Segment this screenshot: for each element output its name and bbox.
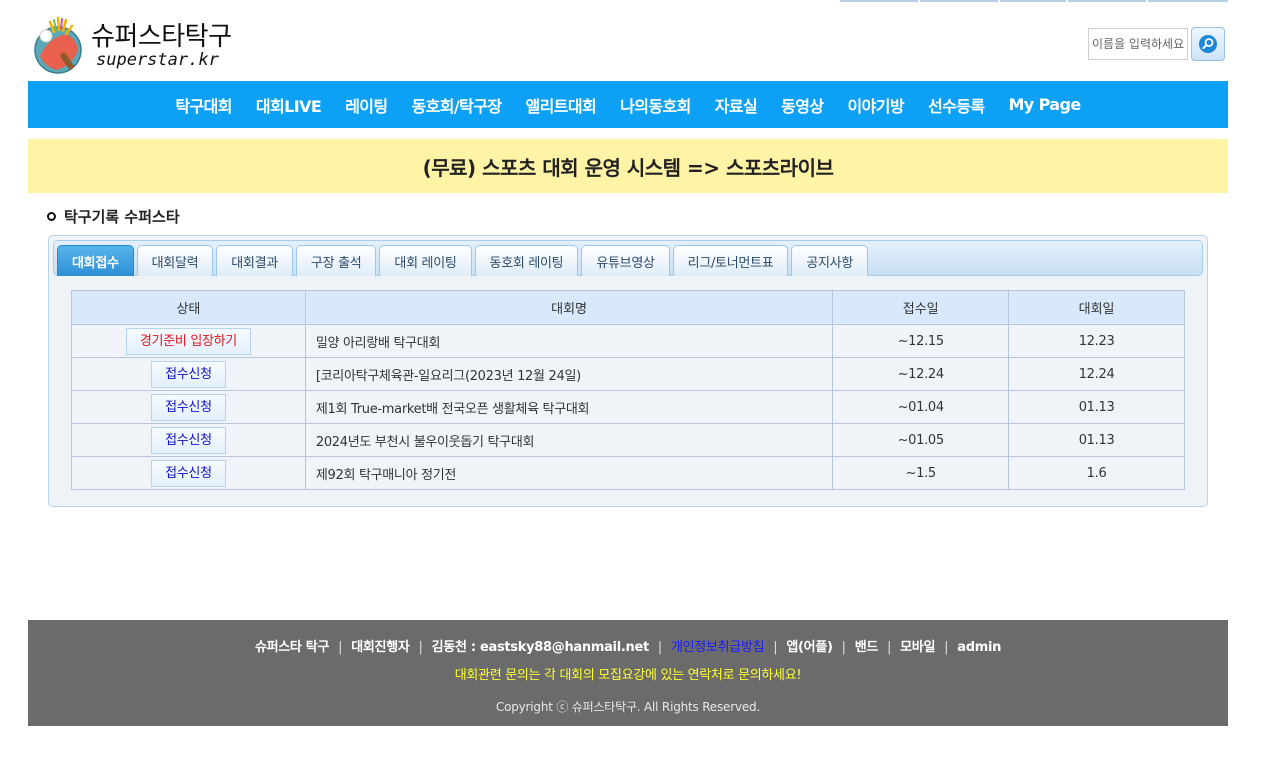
footer-separator: | <box>338 640 343 655</box>
site-header: 슈퍼스타탁구 superstar.kr <box>28 8 1228 78</box>
footer-separator: | <box>944 640 949 655</box>
tournament-date-cell: 12.24 <box>1008 357 1185 391</box>
nav-item-elite[interactable]: 앨리트대회 <box>514 93 609 117</box>
status-cell: 경기준비 입장하기 <box>71 324 306 358</box>
tournament-date-cell: 1.6 <box>1008 456 1185 490</box>
column-header-name: 대회명 <box>304 290 834 325</box>
site-logo[interactable]: 슈퍼스타탁구 superstar.kr <box>32 12 292 74</box>
table-header-row: 상태 대회명 접수일 대회일 <box>71 290 1185 325</box>
enter-match-button[interactable]: 경기준비 입장하기 <box>125 327 251 355</box>
tab-league-bracket[interactable]: 리그/토너먼트표 <box>672 245 789 276</box>
footer-link-mobile[interactable]: 모바일 <box>900 640 935 655</box>
search-box <box>1088 27 1228 61</box>
column-header-status: 상태 <box>71 290 306 325</box>
logo-title: 슈퍼스타탁구 <box>91 22 232 52</box>
site-footer: 슈퍼스타 탁구 | 대회진행자 | 김동천 : eastsky88@hanmail.ne… <box>28 620 1228 726</box>
tournament-date-cell: 12.23 <box>1008 324 1185 358</box>
tournament-name-cell[interactable]: 2024년도 부천시 불우이웃돕기 탁구대회 <box>304 423 834 457</box>
status-cell: 접수신청 <box>71 423 306 457</box>
receipt-date-cell: ~1.5 <box>832 456 1010 490</box>
footer-link-app[interactable]: 앱(어플) <box>786 640 833 655</box>
receipt-date-cell: ~12.15 <box>832 324 1010 358</box>
search-input[interactable] <box>1088 28 1188 60</box>
search-button[interactable] <box>1191 27 1225 61</box>
footer-link-admin[interactable]: admin <box>957 640 1001 655</box>
footer-link-band[interactable]: 밴드 <box>855 640 879 655</box>
banner-text: (무료) 스포츠 대회 운영 시스템 => 스포츠라이브 <box>422 155 834 180</box>
nav-item-rating[interactable]: 레이팅 <box>333 93 399 117</box>
tab-attendance[interactable]: 구장 출석 <box>295 245 377 276</box>
tournament-name-cell[interactable]: [코리아탁구체육관-일요리그(2023년 12월 24일) <box>304 357 834 391</box>
status-cell: 접수신청 <box>71 357 306 391</box>
top-utility-bar-segment <box>1068 0 1146 2</box>
receipt-date-cell: ~01.04 <box>832 390 1010 424</box>
status-cell: 접수신청 <box>71 456 306 490</box>
nav-item-my-club[interactable]: 나의동호회 <box>608 93 703 117</box>
column-header-receipt: 접수일 <box>832 290 1010 325</box>
top-utility-bar-segment <box>1148 0 1228 2</box>
footer-link-organizer[interactable]: 대회진행자 <box>351 640 410 655</box>
tournament-panel: 대회접수 대회달력 대회결과 구장 출석 대회 레이팅 동호회 레이팅 유튜브영… <box>48 235 1208 507</box>
footer-separator: | <box>887 640 892 655</box>
nav-item-player-register[interactable]: 선수등록 <box>916 93 996 117</box>
status-cell: 접수신청 <box>71 390 306 424</box>
circle-bullet-icon <box>47 211 56 221</box>
tab-bar: 대회접수 대회달력 대회결과 구장 출석 대회 레이팅 동호회 레이팅 유튜브영… <box>53 240 1203 276</box>
tab-club-rating[interactable]: 동호회 레이팅 <box>474 245 579 276</box>
tournament-date-cell: 01.13 <box>1008 390 1185 424</box>
tournament-name-cell[interactable]: 제1회 True-market배 전국오픈 생활체육 탁구대회 <box>304 390 834 424</box>
nav-item-tournaments[interactable]: 탁구대회 <box>163 93 243 117</box>
tournament-date-cell: 01.13 <box>1008 423 1185 457</box>
table-row: 접수신청 제92회 탁구매니아 정기전 ~1.5 1.6 <box>71 456 1185 490</box>
footer-links: 슈퍼스타 탁구 | 대회진행자 | 김동천 : eastsky88@hanmail.ne… <box>28 636 1228 655</box>
footer-link-home[interactable]: 슈퍼스타 탁구 <box>255 640 329 655</box>
tab-results[interactable]: 대회결과 <box>216 245 293 276</box>
nav-item-videos[interactable]: 동영상 <box>769 93 835 117</box>
main-nav: 탁구대회 대회LIVE 레이팅 동호회/탁구장 앨리트대회 나의동호회 자료실 … <box>28 81 1228 128</box>
tournament-name-cell[interactable]: 제92회 탁구매니아 정기전 <box>304 456 834 490</box>
table-row: 접수신청 2024년도 부천시 불우이웃돕기 탁구대회 ~01.05 01.13 <box>71 423 1185 457</box>
footer-separator: | <box>773 640 778 655</box>
footer-separator: | <box>841 640 846 655</box>
footer-separator: | <box>657 640 662 655</box>
nav-item-my-page[interactable]: My Page <box>996 95 1092 114</box>
apply-button[interactable]: 접수신청 <box>151 426 226 454</box>
receipt-date-cell: ~01.05 <box>832 423 1010 457</box>
search-icon <box>1199 35 1217 53</box>
tab-youtube[interactable]: 유튜브영상 <box>581 245 670 276</box>
section-heading: 탁구기록 수퍼스타 <box>47 206 180 226</box>
footer-separator: | <box>418 640 423 655</box>
ping-pong-logo-icon <box>34 16 82 74</box>
column-header-date: 대회일 <box>1008 290 1185 325</box>
nav-item-clubs[interactable]: 동호회/탁구장 <box>400 93 514 117</box>
receipt-date-cell: ~12.24 <box>832 357 1010 391</box>
logo-subtitle: superstar.kr <box>96 50 219 70</box>
footer-copyright: Copyright ⓒ 슈퍼스타탁구. All Rights Reserved. <box>495 700 761 714</box>
tab-tournament-rating[interactable]: 대회 레이팅 <box>379 245 472 276</box>
apply-button[interactable]: 접수신청 <box>151 393 226 421</box>
tab-calendar[interactable]: 대회달력 <box>136 245 214 276</box>
footer-notice: 대회관련 문의는 각 대회의 모집요강에 있는 연락처로 문의하세요! <box>454 668 802 683</box>
top-utility-bar-segment <box>920 0 998 2</box>
section-title: 탁구기록 수퍼스타 <box>64 207 180 226</box>
tab-list: 대회접수 대회달력 대회결과 구장 출석 대회 레이팅 동호회 레이팅 유튜브영… <box>57 245 871 276</box>
table-row: 접수신청 제1회 True-market배 전국오픈 생활체육 탁구대회 ~01… <box>71 390 1185 424</box>
top-utility-bar-segment <box>1000 0 1066 2</box>
table-row: 경기준비 입장하기 밀양 아리랑배 탁구대회 ~12.15 12.23 <box>71 324 1185 358</box>
nav-item-live[interactable]: 대회LIVE <box>244 93 333 117</box>
top-utility-bar-segment <box>840 0 918 2</box>
apply-button[interactable]: 접수신청 <box>151 360 226 388</box>
tournament-name-cell[interactable]: 밀양 아리랑배 탁구대회 <box>304 324 834 358</box>
promo-banner[interactable]: (무료) 스포츠 대회 운영 시스템 => 스포츠라이브 <box>28 139 1228 193</box>
footer-link-privacy[interactable]: 개인정보취급방침 <box>671 640 765 655</box>
apply-button[interactable]: 접수신청 <box>151 459 226 487</box>
tournament-table: 상태 대회명 접수일 대회일 경기준비 입장하기 밀양 아리랑배 탁구대회 ~1… <box>71 290 1185 490</box>
tab-notices[interactable]: 공지사항 <box>791 245 868 276</box>
nav-item-resources[interactable]: 자료실 <box>703 93 769 117</box>
table-row: 접수신청 [코리아탁구체육관-일요리그(2023년 12월 24일) ~12.2… <box>71 357 1185 391</box>
tab-registration[interactable]: 대회접수 <box>57 245 134 276</box>
nav-item-board[interactable]: 이야기방 <box>836 93 916 117</box>
footer-contact-email[interactable]: 김동천 : eastsky88@hanmail.net <box>432 640 650 655</box>
